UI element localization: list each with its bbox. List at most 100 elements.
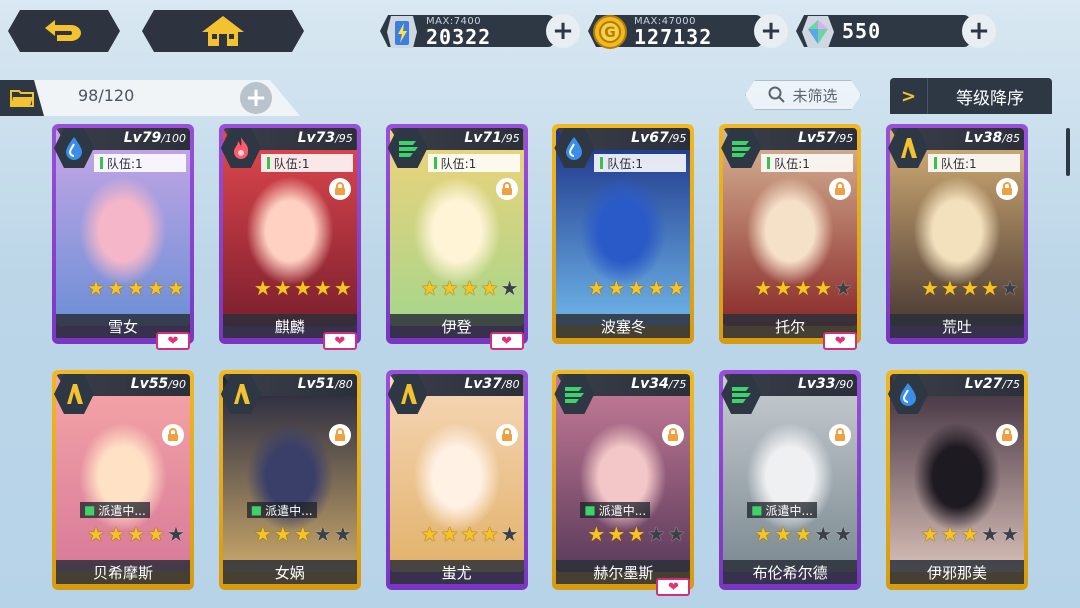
back-button[interactable] <box>8 10 120 52</box>
character-name: 女娲 <box>222 560 357 584</box>
stamina-value: 20322 <box>426 24 492 49</box>
lock-icon[interactable] <box>162 424 184 446</box>
star-rating: ★ ★ ★ ★ ★ <box>586 278 686 298</box>
cube-icon: ■ <box>751 503 763 517</box>
star-rating: ★ ★ ★ ★ ★ <box>86 524 186 544</box>
team-tag: 队伍:1 <box>928 154 1020 172</box>
heart-icon[interactable]: ❤ <box>656 578 691 596</box>
star-filled-icon: ★ <box>667 276 686 300</box>
character-card[interactable]: Lv33/90 ■ 派遣中... ★ ★ ★ ★ ★ 布伦希尔德 <box>719 370 862 596</box>
character-name: 布伦希尔德 <box>723 560 858 584</box>
star-rating: ★ ★ ★ ★ ★ <box>586 524 686 544</box>
lock-icon[interactable] <box>996 424 1018 446</box>
character-card[interactable]: Lv73/95 队伍:1 ★ ★ ★ ★ ★ 麒麟 ❤ <box>218 124 361 350</box>
team-tag: 队伍:1 <box>594 154 687 172</box>
star-empty-icon: ★ <box>834 522 853 546</box>
filter-button[interactable]: 未筛选 <box>745 80 861 110</box>
character-card[interactable]: Lv34/75 ■ 派遣中... ★ ★ ★ ★ ★ 赫尔墨斯 ❤ <box>552 370 695 596</box>
star-filled-icon: ★ <box>587 522 606 546</box>
character-card[interactable]: Lv57/95 队伍:1 ★ ★ ★ ★ ★ 托尔 ❤ <box>719 124 862 350</box>
star-filled-icon: ★ <box>794 522 813 546</box>
star-filled-icon: ★ <box>293 276 312 300</box>
lock-icon[interactable] <box>495 178 518 200</box>
gold-coin-icon: G <box>588 12 632 52</box>
star-filled-icon: ★ <box>273 522 292 546</box>
star-filled-icon: ★ <box>107 276 125 300</box>
character-card[interactable]: Lv27/75 ★ ★ ★ ★ ★ 伊邪那美 <box>886 370 1028 596</box>
character-name: 波塞冬 <box>556 314 691 338</box>
character-card[interactable]: Lv71/95 队伍:1 ★ ★ ★ ★ ★ 伊登 ❤ <box>385 124 528 350</box>
star-filled-icon: ★ <box>754 276 773 300</box>
lock-icon[interactable] <box>328 178 351 200</box>
star-empty-icon: ★ <box>500 522 519 546</box>
star-rating: ★ ★ ★ ★ ★ <box>753 278 853 298</box>
gold-value: 127132 <box>634 24 713 49</box>
stamina-battery-icon <box>380 12 424 52</box>
star-filled-icon: ★ <box>293 522 312 546</box>
heart-icon[interactable]: ❤ <box>156 332 190 350</box>
card-frame: Lv67/95 队伍:1 ★ ★ ★ ★ ★ 波塞冬 <box>552 124 695 344</box>
card-frame: Lv34/75 ■ 派遣中... ★ ★ ★ ★ ★ 赫尔墨斯 <box>552 370 695 590</box>
star-filled-icon: ★ <box>333 276 352 300</box>
card-frame: Lv37/80 ★ ★ ★ ★ ★ 蚩尤 <box>385 370 528 590</box>
lock-icon[interactable] <box>996 178 1018 200</box>
heart-icon[interactable]: ❤ <box>489 332 524 350</box>
search-icon <box>768 86 786 104</box>
star-filled-icon: ★ <box>921 276 939 300</box>
character-level: Lv27/75 <box>964 376 1020 392</box>
character-card[interactable]: Lv67/95 队伍:1 ★ ★ ★ ★ ★ 波塞冬 <box>552 124 695 350</box>
sort-label: 等级降序 <box>956 88 1024 109</box>
lock-icon[interactable] <box>829 424 852 446</box>
add-stamina-button[interactable]: + <box>546 14 580 48</box>
star-filled-icon: ★ <box>440 522 459 546</box>
add-gold-button[interactable]: + <box>754 14 788 48</box>
lock-icon[interactable] <box>829 178 852 200</box>
cube-icon: ■ <box>584 503 596 517</box>
card-frame: Lv57/95 队伍:1 ★ ★ ★ ★ ★ 托尔 <box>719 124 862 344</box>
add-gem-button[interactable]: + <box>962 14 996 48</box>
star-rating: ★ ★ ★ ★ ★ <box>420 524 520 544</box>
star-filled-icon: ★ <box>87 522 105 546</box>
star-filled-icon: ★ <box>127 522 145 546</box>
star-filled-icon: ★ <box>814 276 833 300</box>
star-filled-icon: ★ <box>961 276 979 300</box>
star-empty-icon: ★ <box>333 522 352 546</box>
character-level: Lv73/95 <box>297 130 353 146</box>
character-level: Lv71/95 <box>464 130 520 146</box>
character-level: Lv38/85 <box>964 130 1020 146</box>
lock-icon[interactable] <box>662 424 685 446</box>
character-card[interactable]: Lv37/80 ★ ★ ★ ★ ★ 蚩尤 <box>385 370 528 596</box>
character-card[interactable]: Lv55/90 ■ 派遣中... ★ ★ ★ ★ ★ 贝希摩斯 <box>52 370 194 596</box>
star-rating: ★ ★ ★ ★ ★ <box>86 278 186 298</box>
character-card[interactable]: Lv38/85 队伍:1 ★ ★ ★ ★ ★ 荒吐 <box>886 124 1028 350</box>
heart-icon[interactable]: ❤ <box>823 332 858 350</box>
star-empty-icon: ★ <box>1001 522 1019 546</box>
character-name: 伊邪那美 <box>890 560 1024 584</box>
star-filled-icon: ★ <box>607 276 626 300</box>
character-level: Lv67/95 <box>631 130 687 146</box>
star-empty-icon: ★ <box>500 276 519 300</box>
star-empty-icon: ★ <box>1001 276 1019 300</box>
star-rating: ★ ★ ★ ★ ★ <box>920 524 1020 544</box>
team-tag: 队伍:1 <box>427 154 520 172</box>
heart-icon[interactable]: ❤ <box>322 332 357 350</box>
character-card[interactable]: Lv51/80 ■ 派遣中... ★ ★ ★ ★ ★ 女娲 <box>218 370 361 596</box>
star-filled-icon: ★ <box>774 276 793 300</box>
star-filled-icon: ★ <box>627 276 646 300</box>
team-tag: 队伍:1 <box>94 154 186 172</box>
scrollbar[interactable] <box>1066 128 1070 176</box>
gem-resource: 550 + <box>796 12 996 50</box>
lock-icon[interactable] <box>495 424 518 446</box>
star-filled-icon: ★ <box>313 276 332 300</box>
character-name: 蚩尤 <box>389 560 524 584</box>
home-button[interactable] <box>142 10 304 52</box>
sub-bar: 98/120 + 未筛选 > 等级降序 <box>0 74 1080 118</box>
lock-icon[interactable] <box>328 424 351 446</box>
dispatch-status: ■ 派遣中... <box>747 502 817 518</box>
cube-icon: ■ <box>84 503 96 517</box>
star-rating: ★ ★ ★ ★ ★ <box>753 524 853 544</box>
expand-capacity-button[interactable]: + <box>240 82 272 114</box>
dispatch-status: ■ 派遣中... <box>580 502 651 518</box>
character-card[interactable]: Lv79/100 队伍:1 ★ ★ ★ ★ ★ 雪女 ❤ <box>52 124 194 350</box>
sort-button[interactable]: > 等级降序 <box>890 78 1052 114</box>
